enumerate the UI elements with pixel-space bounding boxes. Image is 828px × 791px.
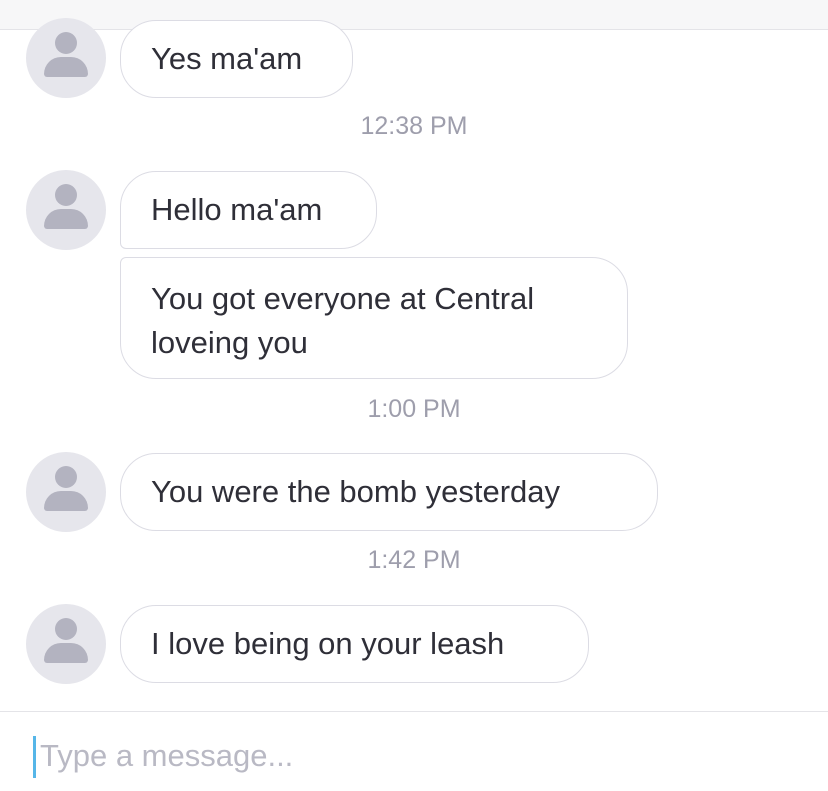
timestamp: 1:42 PM (367, 546, 461, 574)
person-icon-head (55, 32, 77, 54)
message-text: You got everyone at Central loveing you (151, 281, 535, 360)
avatar[interactable] (26, 604, 106, 684)
message-composer (0, 711, 828, 791)
avatar[interactable] (26, 18, 106, 98)
message-bubble[interactable]: I love being on your leash (120, 605, 589, 683)
message-input[interactable] (40, 732, 800, 780)
person-icon-body (44, 57, 88, 77)
chat-screen: Yes ma'am 12:38 PM Hello ma'am You got e… (0, 0, 828, 791)
avatar[interactable] (26, 452, 106, 532)
timestamp: 12:38 PM (360, 112, 468, 140)
message-text: You were the bomb yesterday (151, 474, 560, 509)
message-text: Yes ma'am (151, 41, 303, 76)
message-text: Hello ma'am (151, 192, 323, 227)
message-bubble[interactable]: Hello ma'am (120, 171, 377, 249)
message-bubble[interactable]: You were the bomb yesterday (120, 453, 658, 531)
avatar[interactable] (26, 170, 106, 250)
message-bubble[interactable]: Yes ma'am (120, 20, 353, 98)
person-icon-head (55, 618, 77, 640)
message-bubble[interactable]: You got everyone at Central loveing you (120, 257, 628, 379)
person-icon-body (44, 643, 88, 663)
person-icon-body (44, 209, 88, 229)
person-icon-head (55, 184, 77, 206)
person-icon-body (44, 491, 88, 511)
person-icon-head (55, 466, 77, 488)
timestamp: 1:00 PM (367, 395, 461, 423)
text-caret (33, 736, 36, 778)
message-text: I love being on your leash (151, 626, 505, 661)
top-bar (0, 0, 828, 30)
